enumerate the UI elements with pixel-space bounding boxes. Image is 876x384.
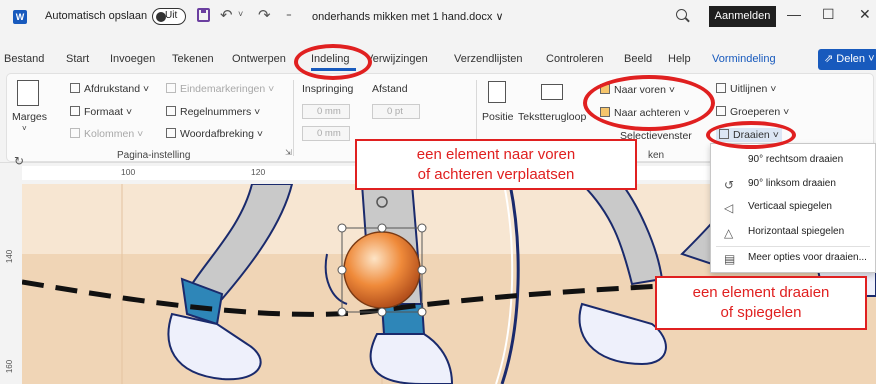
align-button[interactable]: Uitlijnen ˅ bbox=[716, 83, 776, 95]
document-title[interactable]: onderhands mikken met 1 hand.docx ∨ bbox=[312, 10, 504, 23]
orientation-icon bbox=[70, 83, 80, 93]
margins-icon[interactable] bbox=[17, 80, 39, 106]
highlight-ring-rotate bbox=[706, 121, 796, 149]
highlight-ring-arrange bbox=[583, 75, 715, 131]
undo-icon[interactable]: ↶ bbox=[220, 6, 233, 24]
line-numbers-icon bbox=[166, 106, 176, 116]
indent-right-input[interactable]: 0 mm bbox=[302, 126, 350, 141]
ruler-mark: 140 bbox=[5, 249, 15, 264]
align-icon bbox=[716, 83, 726, 93]
hyphenation-button[interactable]: Woordafbreking ˅ bbox=[166, 128, 263, 140]
columns-button[interactable]: Kolommen ˅ bbox=[70, 128, 143, 140]
maximize-button[interactable]: ☐ bbox=[822, 6, 835, 23]
margins-button[interactable]: Marges bbox=[12, 111, 47, 123]
callout-arrange-line-2: of achteren verplaatsen bbox=[417, 166, 575, 183]
position-button[interactable]: Positie bbox=[482, 111, 514, 123]
menu-item-rotate-left[interactable]: 90° linksom draaien bbox=[748, 178, 836, 189]
indent-heading: Inspringing bbox=[302, 83, 354, 95]
menu-item-flip-horizontal[interactable]: Horizontaal spiegelen bbox=[748, 226, 844, 237]
indent-left-input[interactable]: 0 mm bbox=[302, 104, 350, 119]
rotate-left-icon: ↺ bbox=[724, 178, 735, 192]
ruler-mark: 120 bbox=[251, 167, 266, 177]
columns-icon bbox=[70, 128, 80, 138]
share-button[interactable]: ⇗ Delen ˅ bbox=[818, 49, 876, 70]
ruler-mark: 100 bbox=[121, 167, 136, 177]
wrap-text-icon[interactable] bbox=[541, 84, 563, 100]
tab-vormindeling[interactable]: Vormindeling bbox=[712, 53, 776, 65]
autosave-state: Uit bbox=[165, 10, 178, 21]
size-button[interactable]: Formaat ˅ bbox=[70, 106, 132, 118]
position-icon[interactable] bbox=[488, 81, 506, 103]
spacing-heading: Afstand bbox=[372, 83, 408, 95]
hyphenation-label: Woordafbreking ˅ bbox=[180, 128, 263, 140]
group-label-arrange: ken bbox=[648, 150, 665, 161]
menu-item-more-rotation-options[interactable]: Meer opties voor draaien... bbox=[748, 252, 867, 263]
vertical-ruler bbox=[0, 184, 22, 384]
callout-rotate-line-2: of spiegelen bbox=[720, 304, 802, 321]
tab-start[interactable]: Start bbox=[66, 53, 89, 65]
minimize-button[interactable]: — bbox=[787, 6, 801, 22]
orientation-button[interactable]: Afdrukstand ˅ bbox=[70, 83, 149, 95]
highlight-ring-indeling bbox=[294, 44, 372, 80]
tab-ontwerpen[interactable]: Ontwerpen bbox=[232, 53, 286, 65]
breaks-icon bbox=[166, 83, 176, 93]
wrap-text-button[interactable]: Tekstterugloop bbox=[518, 111, 586, 123]
close-button[interactable]: ✕ bbox=[859, 6, 871, 23]
tab-help[interactable]: Help bbox=[668, 53, 691, 65]
size-label: Formaat ˅ bbox=[84, 106, 133, 118]
columns-label: Kolommen ˅ bbox=[84, 128, 144, 140]
tab-controleren[interactable]: Controleren bbox=[546, 53, 603, 65]
breaks-label: Eindemarkeringen ˅ bbox=[180, 83, 275, 95]
save-icon[interactable] bbox=[197, 8, 210, 22]
menu-separator bbox=[716, 246, 870, 247]
align-label: Uitlijnen ˅ bbox=[730, 83, 777, 95]
tab-tekenen[interactable]: Tekenen bbox=[172, 53, 214, 65]
callout-arrange: een element naar voren of achteren verpl… bbox=[355, 139, 637, 190]
word-app-icon: W bbox=[13, 10, 27, 24]
hyphenation-icon bbox=[166, 128, 176, 138]
size-icon bbox=[70, 106, 80, 116]
group-button[interactable]: Groeperen ˅ bbox=[716, 106, 789, 118]
group-label-page-setup: Pagina-instelling bbox=[117, 150, 191, 161]
group-icon bbox=[716, 106, 726, 116]
margins-chevron-icon[interactable]: ˅ bbox=[22, 124, 27, 133]
breaks-button[interactable]: Eindemarkeringen ˅ bbox=[166, 83, 274, 95]
tab-invoegen[interactable]: Invoegen bbox=[110, 53, 155, 65]
callout-rotate-line-1: een element draaien bbox=[692, 284, 830, 301]
menu-item-rotate-right[interactable]: 90° rechtsom draaien bbox=[748, 154, 843, 165]
search-icon[interactable] bbox=[676, 9, 687, 20]
line-numbers-button[interactable]: Regelnummers ˅ bbox=[166, 106, 260, 118]
flip-vertical-icon: ◁ bbox=[724, 201, 734, 215]
undo-dropdown-icon[interactable]: ˅ bbox=[238, 9, 243, 19]
tab-verzendlijsten[interactable]: Verzendlijsten bbox=[454, 53, 523, 65]
callout-rotate: een element draaien of spiegelen bbox=[655, 276, 867, 330]
tab-verwijzingen[interactable]: Verwijzingen bbox=[366, 53, 428, 65]
callout-arrange-line-1: een element naar voren bbox=[416, 146, 576, 163]
orientation-label: Afdrukstand ˅ bbox=[84, 83, 150, 95]
line-numbers-label: Regelnummers ˅ bbox=[180, 106, 261, 118]
tab-beeld[interactable]: Beeld bbox=[624, 53, 652, 65]
ribbon-separator bbox=[293, 80, 294, 156]
spacing-before-input[interactable]: 0 pt bbox=[372, 104, 420, 119]
customize-toolbar-icon[interactable]: ₌ bbox=[286, 7, 292, 20]
page-setup-launcher-icon[interactable]: ⇲ bbox=[285, 148, 292, 157]
autosave-label: Automatisch opslaan bbox=[45, 10, 148, 22]
ruler-mark: 160 bbox=[5, 359, 15, 374]
more-options-icon: ▤ bbox=[724, 252, 736, 266]
redo-icon[interactable]: ↷ bbox=[258, 6, 271, 24]
tab-bestand[interactable]: Bestand bbox=[4, 53, 44, 65]
group-label: Groeperen ˅ bbox=[730, 106, 790, 118]
rotate-right-icon: ↻ bbox=[14, 154, 25, 168]
flip-horizontal-icon: △ bbox=[724, 226, 734, 240]
signin-button[interactable]: Aanmelden bbox=[709, 6, 776, 27]
menu-item-flip-vertical[interactable]: Verticaal spiegelen bbox=[748, 201, 832, 212]
